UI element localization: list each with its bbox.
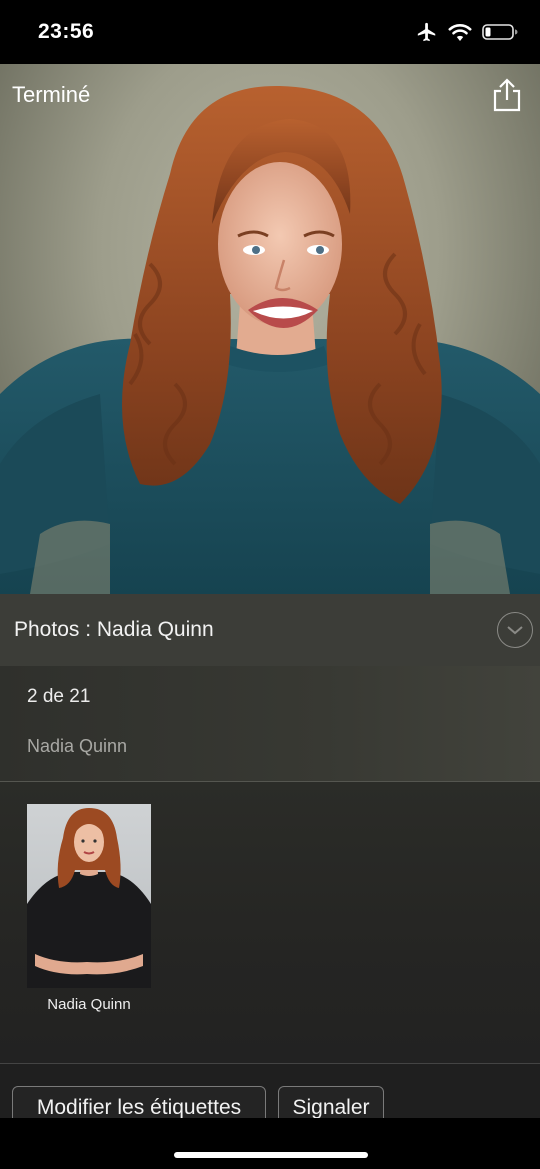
expand-info-button[interactable] <box>497 612 533 648</box>
status-time: 23:56 <box>38 20 95 43</box>
photo-counter: 2 de 21 <box>27 686 91 707</box>
status-bar: 23:56 <box>0 0 540 64</box>
main-photo[interactable]: Terminé <box>0 64 540 594</box>
person-name: Nadia Quinn <box>47 996 131 1013</box>
person-card[interactable]: Nadia Quinn <box>27 804 151 1013</box>
tagged-people: Nadia Quinn <box>0 782 540 1064</box>
portrait-image <box>0 85 540 594</box>
battery-icon <box>482 24 518 40</box>
person-thumbnail-image <box>27 808 151 988</box>
done-button[interactable]: Terminé <box>12 82 90 108</box>
share-button[interactable] <box>490 78 524 114</box>
photo-viewer-screen: 23:56 Terminé Photos: Nadia Quinn 2 de … <box>0 0 540 1169</box>
airplane-icon <box>417 22 436 42</box>
bottom-bar <box>0 1118 540 1169</box>
photo-meta: 2 de 21 Nadia Quinn <box>0 666 540 782</box>
home-indicator[interactable] <box>174 1152 368 1158</box>
photo-info-title-bar: Photos : Nadia Quinn <box>0 594 540 666</box>
share-icon <box>493 78 521 112</box>
wifi-icon <box>448 24 472 41</box>
person-thumbnail <box>27 804 151 988</box>
photo-credit: Nadia Quinn <box>27 736 128 756</box>
gallery-title: Photos : Nadia Quinn <box>14 618 214 641</box>
action-buttons: Modifier les étiquettes Signaler <box>0 1064 540 1130</box>
status-icons <box>416 21 518 43</box>
chevron-down-icon <box>507 626 523 635</box>
